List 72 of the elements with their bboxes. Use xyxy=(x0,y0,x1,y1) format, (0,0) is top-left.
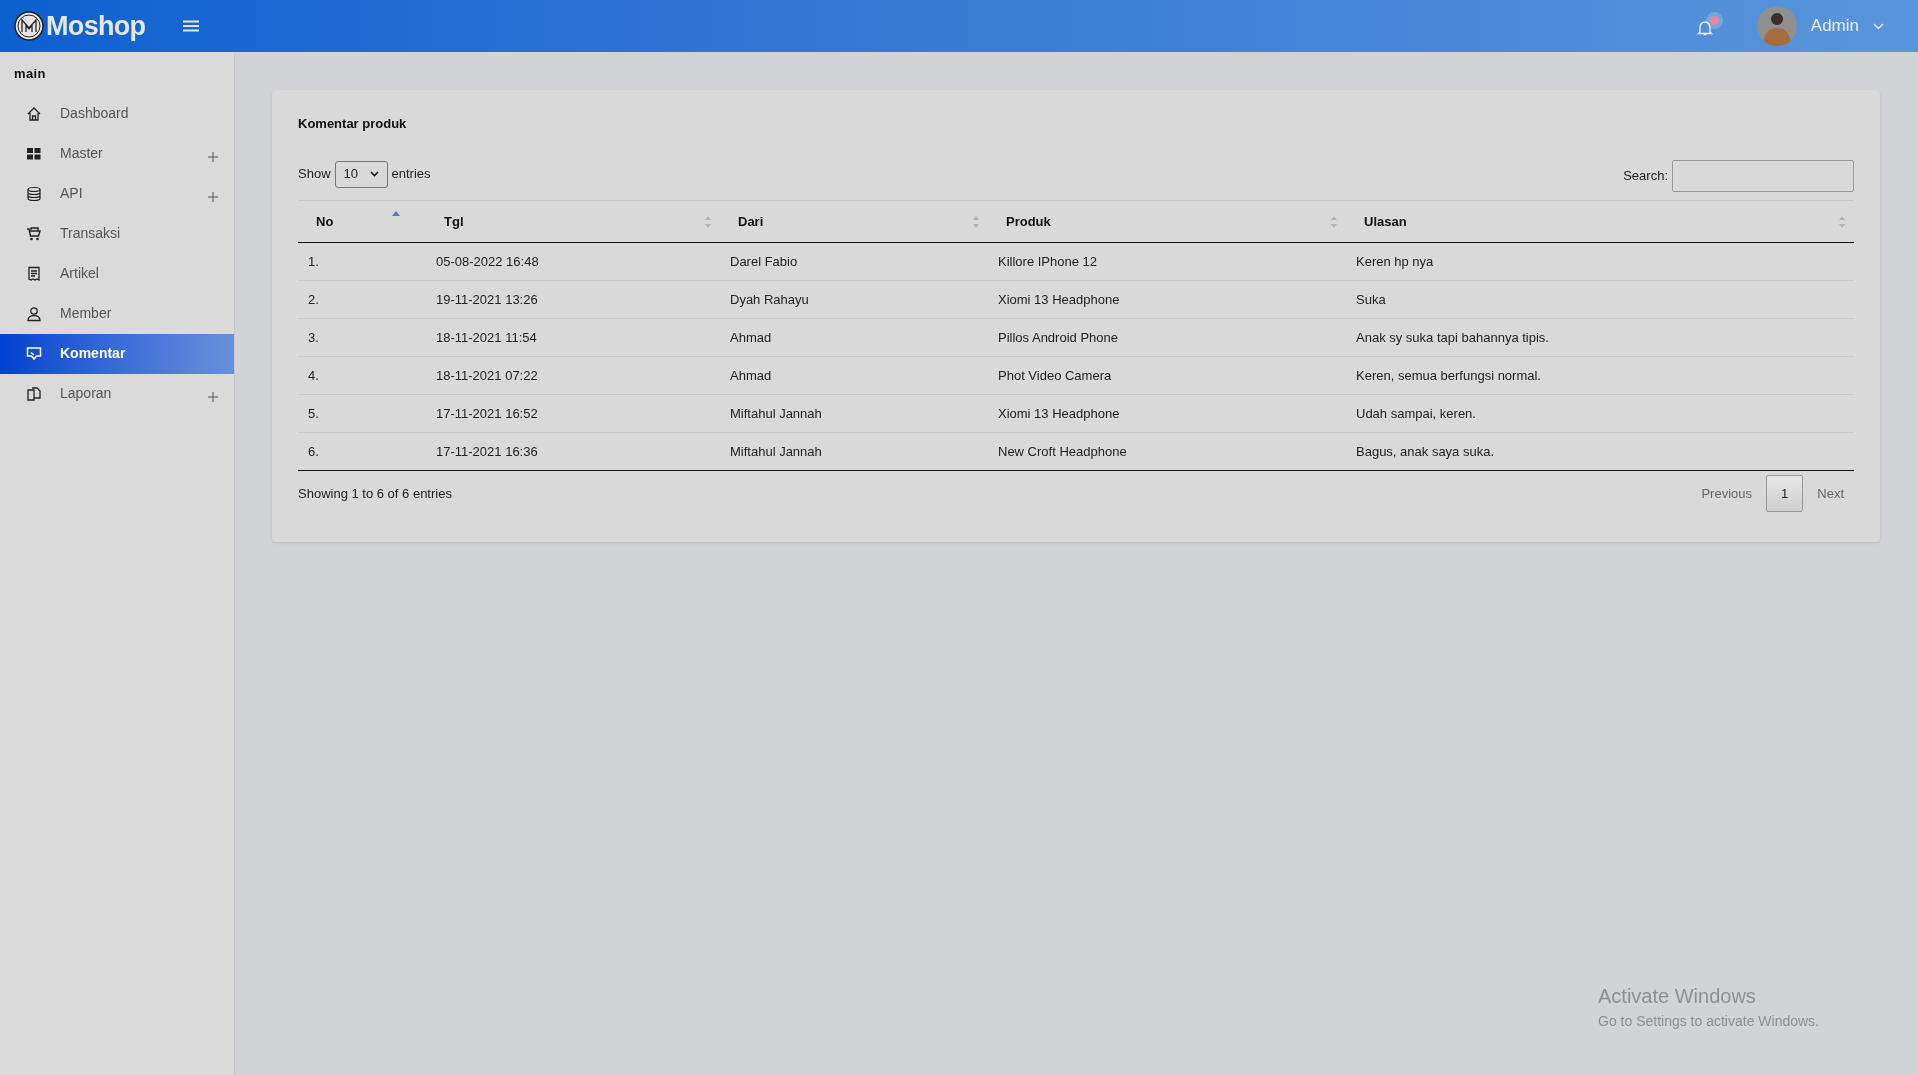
table-cell: 05-08-2022 16:48 xyxy=(426,242,720,281)
bell-icon xyxy=(1696,20,1713,36)
column-header[interactable]: Tgl xyxy=(426,200,720,243)
table-cell: Ahmad xyxy=(720,356,988,395)
column-header[interactable]: Dari xyxy=(720,200,988,243)
table-cell: Xiomi 13 Headphone xyxy=(988,280,1346,319)
user-icon xyxy=(26,305,42,322)
sidebar-item[interactable]: API xyxy=(0,173,234,214)
comment-icon xyxy=(26,345,42,362)
table-cell: 2. xyxy=(298,280,426,319)
table-cell: Bagus, anak saya suka. xyxy=(1346,432,1854,471)
table-cell: 4. xyxy=(298,356,426,395)
card-title: Komentar produk xyxy=(298,115,408,133)
table-cell: 1. xyxy=(298,242,426,281)
entries-dropdown[interactable]: 10 xyxy=(334,160,388,188)
table-cell: Killore IPhone 12 xyxy=(988,242,1346,281)
table-cell: 3. xyxy=(298,318,426,357)
sidebar-item[interactable]: Master xyxy=(0,133,234,174)
table-info: Showing 1 to 6 of 6 entries xyxy=(298,484,452,503)
table-cell: 17-11-2021 16:36 xyxy=(426,432,720,471)
table-cell: Keren, semua berfungsi normal. xyxy=(1346,356,1854,395)
avatar-icon xyxy=(1756,6,1797,46)
sidebar-item[interactable]: Dashboard xyxy=(0,93,234,134)
database-icon xyxy=(26,185,42,202)
length-label: entries xyxy=(391,165,431,184)
table-cell: Udah sampai, keren. xyxy=(1346,394,1854,433)
table-cell: Suka xyxy=(1346,280,1854,319)
table-cell: Xiomi 13 Headphone xyxy=(988,394,1346,433)
sidebar-item[interactable]: Transaksi xyxy=(0,213,234,254)
activation-title: Activate Windows xyxy=(1598,984,1757,1009)
sidebar-item[interactable]: Komentar xyxy=(0,333,234,374)
user-name: Admin xyxy=(1810,15,1859,38)
table-cell: 19-11-2021 13:26 xyxy=(426,280,720,319)
notification-button[interactable] xyxy=(1694,14,1717,38)
table-cell: Pillos Android Phone xyxy=(988,318,1346,357)
page-button[interactable]: 1 xyxy=(1766,475,1804,512)
table-cell: 6. xyxy=(298,432,426,471)
sidebar-item[interactable]: Member xyxy=(0,293,234,334)
copy-icon xyxy=(26,385,42,402)
caret-icon xyxy=(1873,22,1884,30)
column-header[interactable]: Produk xyxy=(988,200,1346,243)
table-cell: Dyah Rahayu xyxy=(720,280,988,319)
document-icon xyxy=(26,265,42,282)
sidebar-item[interactable]: Laporan xyxy=(0,373,234,414)
table-cell: Anak sy suka tapi bahannya tipis. xyxy=(1346,318,1854,357)
table-cell: 18-11-2021 07:22 xyxy=(426,356,720,395)
table-cell: New Croft Headphone xyxy=(988,432,1346,471)
table-cell: 18-11-2021 11:54 xyxy=(426,318,720,357)
table-cell: Miftahul Jannah xyxy=(720,394,988,433)
sidebar-item[interactable]: Artikel xyxy=(0,253,234,294)
grid-icon xyxy=(26,145,42,162)
table-cell: Ahmad xyxy=(720,318,988,357)
menu-icon xyxy=(183,20,200,32)
column-header[interactable]: Ulasan xyxy=(1346,200,1854,243)
column-header[interactable]: No xyxy=(298,200,426,243)
cart-icon xyxy=(26,225,42,242)
activation-message: Go to Settings to activate Windows. xyxy=(1598,1012,1819,1031)
table-cell: 17-11-2021 16:52 xyxy=(426,394,720,433)
search-field[interactable] xyxy=(1672,159,1854,192)
menu-button[interactable] xyxy=(183,18,202,34)
search-label: Search: xyxy=(1623,166,1668,185)
length-label: Show xyxy=(298,165,331,184)
table-cell: Keren hp nya xyxy=(1346,242,1854,281)
logo-icon xyxy=(14,11,44,41)
chevron-icon xyxy=(369,171,379,177)
table-cell: Darel Fabio xyxy=(720,242,988,281)
table-cell: 5. xyxy=(298,394,426,433)
table-cell: Miftahul Jannah xyxy=(720,432,988,471)
table-cell: Phot Video Camera xyxy=(988,356,1346,395)
section-heading: main xyxy=(13,65,47,83)
brand-name: Moshop xyxy=(46,9,146,43)
home-icon xyxy=(26,105,42,122)
